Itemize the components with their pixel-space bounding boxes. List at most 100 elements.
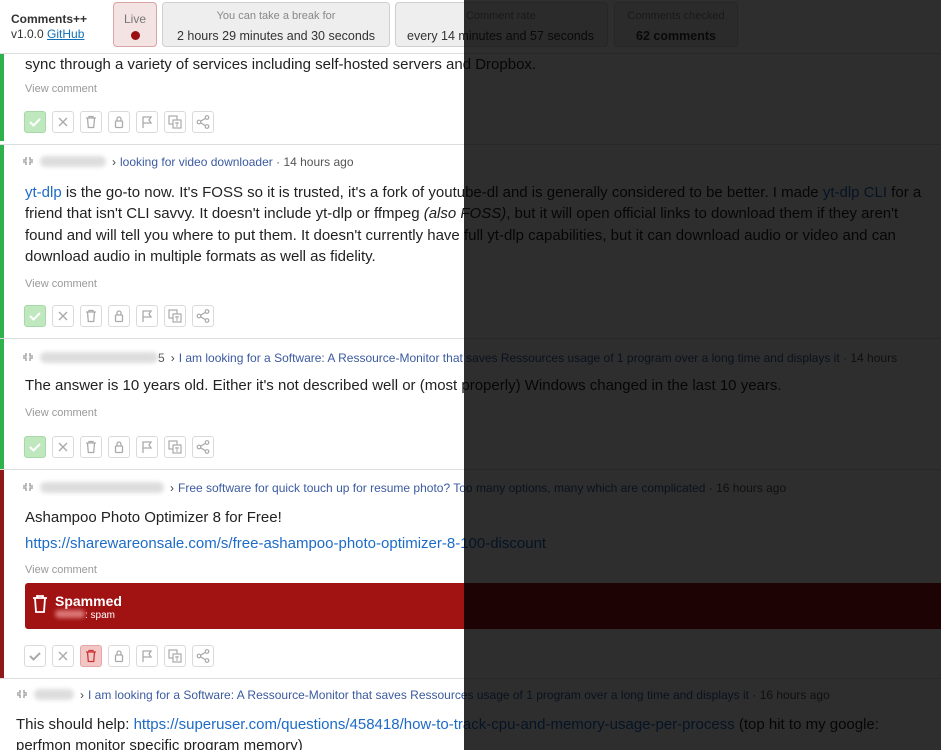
comment-body: This should help: https://superuser.com/… [16, 716, 879, 750]
remove-button[interactable] [52, 436, 74, 458]
comment-card: › Free software for quick touch up for re… [0, 470, 941, 678]
translate-button[interactable] [164, 305, 186, 327]
post-title-link[interactable]: Free software for quick touch up for res… [178, 481, 705, 495]
view-comment-link[interactable]: View comment [25, 83, 97, 95]
yt-dlp-cli-link[interactable]: yt-dlp CLI [823, 184, 887, 201]
comment-link-line: https://sharewareonsale.com/s/free-asham… [25, 533, 930, 554]
share-button[interactable] [192, 111, 214, 133]
collapse-icon[interactable] [22, 481, 34, 493]
translate-icon [168, 440, 182, 454]
remove-button[interactable] [52, 305, 74, 327]
comment-time: 14 hours ago [283, 155, 354, 169]
comment-header: › Free software for quick touch up for re… [22, 481, 786, 495]
approve-button[interactable] [24, 111, 46, 133]
share-icon [196, 115, 210, 129]
comments-checked-value: 62 comments [636, 29, 716, 43]
comment-body: sync through a variety of services inclu… [25, 56, 537, 73]
collapse-icon[interactable] [16, 688, 28, 700]
lock-icon [114, 650, 124, 663]
translate-button[interactable] [164, 645, 186, 667]
version-label: v1.0.0 [11, 27, 44, 41]
approve-button[interactable] [24, 436, 46, 458]
top-bar: Comments++ v1.0.0 GitHub Live You can ta… [0, 0, 941, 54]
spammed-title: Spammed [55, 593, 122, 609]
comment-header: › looking for video downloader · 14 hours… [22, 155, 354, 169]
superuser-link[interactable]: https://superuser.com/questions/458418/h… [134, 716, 735, 733]
view-comment-link[interactable]: View comment [25, 407, 97, 419]
remove-button[interactable] [52, 111, 74, 133]
view-comment-link[interactable]: View comment [25, 278, 97, 290]
check-icon [29, 443, 41, 452]
share-button[interactable] [192, 436, 214, 458]
comment-card: › looking for video downloader · 14 hours… [0, 145, 941, 338]
collapse-icon[interactable] [22, 155, 34, 167]
lock-icon [114, 116, 124, 129]
trash-icon [86, 440, 96, 454]
trash-icon [86, 309, 96, 323]
spammed-banner: Spammed : spam [25, 583, 941, 629]
comment-body: The answer is 10 years old. Either it's … [25, 377, 782, 394]
comments-checked-label: Comments checked [627, 10, 725, 22]
spam-button[interactable] [80, 305, 102, 327]
trash-icon [86, 649, 96, 663]
comment-card: sync through a variety of services inclu… [0, 54, 941, 141]
comment-header: › I am looking for a Software: A Ressourc… [16, 688, 830, 702]
view-comment-link[interactable]: View comment [25, 564, 97, 576]
x-icon [58, 651, 68, 661]
x-icon [58, 311, 68, 321]
translate-button[interactable] [164, 111, 186, 133]
comment-body: Ashampoo Photo Optimizer 8 for Free! [25, 509, 282, 526]
break-label: You can take a break for [216, 10, 336, 22]
report-button[interactable] [136, 436, 158, 458]
github-link[interactable]: GitHub [47, 27, 84, 41]
live-toggle[interactable]: Live [113, 2, 157, 47]
check-icon [29, 652, 41, 661]
username-redacted [40, 156, 106, 167]
x-icon [58, 117, 68, 127]
username-redacted [34, 689, 74, 700]
spam-button[interactable] [80, 436, 102, 458]
translate-button[interactable] [164, 436, 186, 458]
share-icon [196, 649, 210, 663]
share-button[interactable] [192, 645, 214, 667]
translate-icon [168, 649, 182, 663]
post-title-link[interactable]: looking for video downloader [120, 155, 273, 169]
lock-icon [114, 310, 124, 323]
flag-icon [142, 650, 153, 662]
remove-button[interactable] [52, 645, 74, 667]
spam-button[interactable] [80, 111, 102, 133]
flag-icon [142, 116, 153, 128]
lock-button[interactable] [108, 305, 130, 327]
lock-button[interactable] [108, 111, 130, 133]
spam-button[interactable] [80, 645, 102, 667]
trash-icon [86, 115, 96, 129]
report-button[interactable] [136, 305, 158, 327]
approve-button[interactable] [24, 305, 46, 327]
flag-icon [142, 310, 153, 322]
lock-icon [114, 441, 124, 454]
app-version: v1.0.0 GitHub [11, 27, 84, 41]
comment-card: 5 › I am looking for a Software: A Ressour… [0, 339, 941, 469]
comment-rate-label: Comment rate [466, 10, 536, 22]
comment-card: › I am looking for a Software: A Ressourc… [0, 679, 941, 750]
collapse-icon[interactable] [22, 351, 34, 363]
post-title-link[interactable]: I am looking for a Software: A Ressource… [179, 351, 840, 365]
approve-button[interactable] [24, 645, 46, 667]
post-title-link[interactable]: I am looking for a Software: A Ressource… [88, 688, 749, 702]
app-title: Comments++ [11, 12, 88, 26]
flag-icon [142, 441, 153, 453]
username-redacted [40, 352, 158, 363]
lock-button[interactable] [108, 436, 130, 458]
yt-dlp-link[interactable]: yt-dlp [25, 184, 62, 201]
share-button[interactable] [192, 305, 214, 327]
live-label: Live [123, 12, 146, 26]
spam-link[interactable]: https://sharewareonsale.com/s/free-asham… [25, 535, 546, 552]
chevron-right-icon: › [170, 351, 175, 365]
comments-checked-stat: Comments checked 62 comments [614, 2, 738, 47]
break-stat: You can take a break for 2 hours 29 minu… [162, 2, 390, 47]
report-button[interactable] [136, 111, 158, 133]
x-icon [58, 442, 68, 452]
comment-rate-value: every 14 minutes and 57 seconds [407, 29, 594, 43]
lock-button[interactable] [108, 645, 130, 667]
report-button[interactable] [136, 645, 158, 667]
